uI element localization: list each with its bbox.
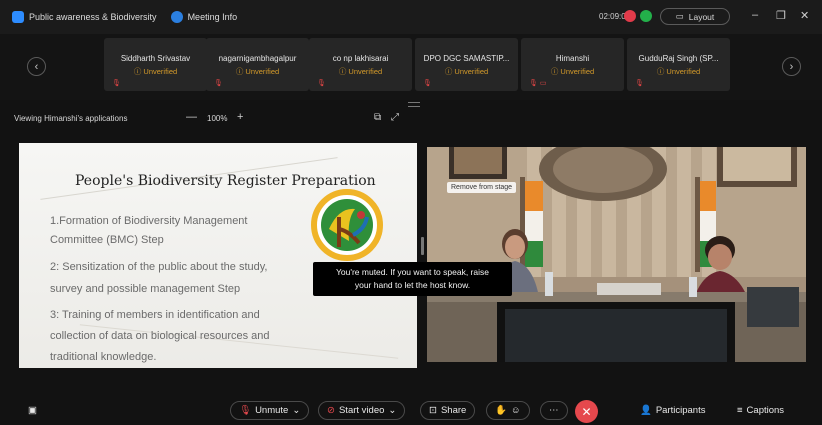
muted-mic-icon: 🎙 [214,80,223,87]
slide-text-line: survey and possible management Step [50,283,241,295]
zoom-level[interactable]: 100% [207,114,227,123]
security-icon[interactable] [640,10,652,22]
muted-mic-icon: 🎙 [239,405,252,416]
participant-tile[interactable]: DPO DGC SAMASTIP... ⓘ Unverified 🎙 [415,38,518,91]
unverified-badge: ⓘ Unverified [550,67,595,76]
unverified-badge: ⓘ Unverified [235,67,280,76]
muted-mic-icon: 🎙 [112,80,121,87]
more-button[interactable]: ⋯ [540,401,568,420]
minimize-button[interactable]: – [752,9,758,21]
expand-icon[interactable]: ⤢ [391,112,399,123]
participant-name: DPO DGC SAMASTIP... [423,54,510,63]
video-feed[interactable]: Remove from stage [427,147,806,362]
layout-label: Layout [688,11,715,22]
zoom-out-button[interactable]: — [186,111,197,123]
slide-text-line: collection of data on biological resourc… [50,330,270,342]
zoom-in-button[interactable]: + [237,111,243,123]
chevron-down-icon[interactable]: ⌄ [388,405,396,416]
participant-name: Himanshi [555,54,590,63]
participants-label: Participants [655,405,706,416]
unverified-badge: ⓘ Unverified [338,67,383,76]
video-off-icon: ⊘ [327,405,335,416]
slide-text-line: traditional knowledge. [50,351,157,363]
chevron-left-icon: ‹ [34,60,39,73]
share-button[interactable]: ⊡ Share [420,401,476,420]
slide-text-line: 1.Formation of Biodiversity Management [50,215,248,227]
info-icon[interactable] [170,11,183,23]
participant-name: co np lakhisarai [332,54,389,63]
video-scene [427,147,806,362]
start-video-label: Start video [338,405,385,416]
restore-button[interactable]: ❐ [776,9,786,22]
title-bar: Public awareness & Biodiversity Meeting … [0,0,822,34]
raise-hand-button[interactable]: ✋ ☺ [486,401,530,420]
close-icon: ✕ [581,404,592,419]
chevron-down-icon[interactable]: ⌄ [292,405,300,416]
participant-tile[interactable]: Himanshi ⓘ Unverified 🎙 ▭ [521,38,624,91]
viewing-label: Viewing Himanshi's applications [14,114,128,123]
app-icon [12,11,24,23]
muted-notification-line: You're muted. If you want to speak, rais… [336,267,489,277]
participant-name: GudduRaj Singh (SP... [638,54,719,63]
participant-tile[interactable]: Siddharth Srivastav ⓘ Unverified 🎙 [104,38,207,91]
slide-text-line: Committee (BMC) Step [50,234,164,246]
muted-mic-icon: 🎙 ▭ [529,80,547,87]
muted-notification: You're muted. If you want to speak, rais… [313,262,512,296]
slide-text-line: 2: Sensitization of the public about the… [50,261,268,273]
shared-slide: People's Biodiversity Register Preparati… [19,143,417,368]
share-label: Share [440,405,467,416]
captions-button[interactable]: ≡ Captions [737,401,784,420]
meeting-info-button[interactable]: Meeting Info [188,12,238,22]
reactions-icon: ☺ [510,405,521,416]
share-icon: ⊡ [429,405,437,416]
chat-icon[interactable]: ▣ [28,401,37,420]
close-button[interactable]: ✕ [800,9,809,22]
participants-icon: 👤 [640,405,652,416]
panel-splitter[interactable] [421,237,424,255]
layout-button[interactable]: ▭ Layout [660,8,730,25]
captions-label: Captions [746,405,785,416]
muted-mic-icon: 🎙 [423,80,432,87]
recording-icon[interactable] [624,10,636,22]
hand-icon: ✋ [495,405,507,416]
pop-out-icon[interactable]: ⧉ [374,112,381,123]
unmute-button[interactable]: 🎙 Unmute ⌄ [230,401,310,420]
unverified-badge: ⓘ Unverified [444,67,489,76]
strip-next-button[interactable]: › [782,57,801,76]
slide-title: People's Biodiversity Register Preparati… [75,173,376,189]
participants-button[interactable]: 👤 Participants [640,401,705,420]
biodiversity-board-logo [311,189,383,261]
unmute-label: Unmute [255,405,289,416]
remove-from-stage-button[interactable]: Remove from stage [447,182,517,193]
slide-text-line: 3: Training of members in identification… [50,309,260,321]
captions-icon: ≡ [737,405,743,416]
leave-meeting-button[interactable]: ✕ [575,400,598,423]
strip-prev-button[interactable]: ‹ [27,57,46,76]
participant-name: nagarnigambhagalpur [218,54,297,63]
participant-name: Siddharth Srivastav [120,54,191,63]
layout-icon: ▭ [675,11,684,21]
meeting-name: Public awareness & Biodiversity [29,12,157,22]
muted-notification-line: your hand to let the host know. [354,280,471,290]
participant-tile[interactable]: co np lakhisarai ⓘ Unverified 🎙 [309,38,412,91]
muted-mic-icon: 🎙 [317,80,326,87]
participant-tile[interactable]: nagarnigambhagalpur ⓘ Unverified 🎙 [206,38,309,91]
more-icon: ⋯ [549,405,559,416]
unverified-badge: ⓘ Unverified [656,67,701,76]
unverified-badge: ⓘ Unverified [133,67,178,76]
participant-tile[interactable]: GudduRaj Singh (SP... ⓘ Unverified 🎙 [627,38,730,91]
share-view-bar: Viewing Himanshi's applications — 100% +… [0,106,822,130]
start-video-button[interactable]: ⊘ Start video ⌄ [318,401,406,420]
chevron-right-icon: › [789,60,794,73]
meeting-toolbar: ▣ 🎙 Unmute ⌄ ⊘ Start video ⌄ ⊡ Share ✋ ☺… [0,394,822,425]
muted-mic-icon: 🎙 [635,80,644,87]
